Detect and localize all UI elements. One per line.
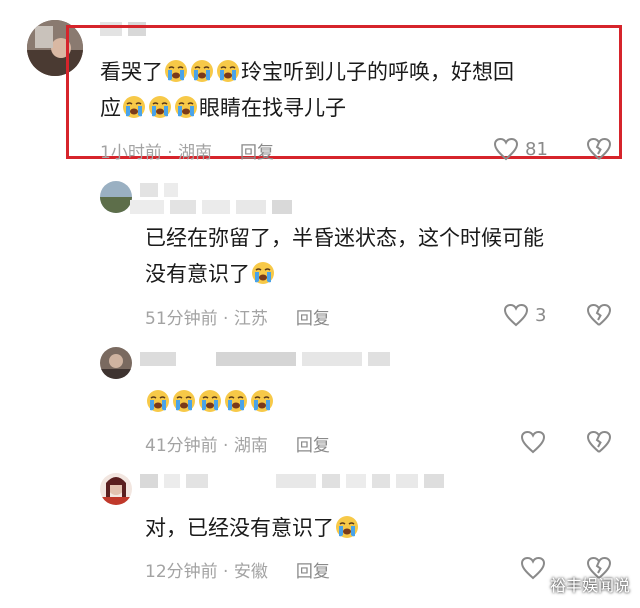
username-redacted xyxy=(216,352,390,366)
like-count: 81 xyxy=(525,138,548,160)
comment-text xyxy=(145,384,275,420)
crying-face-icon xyxy=(123,96,145,118)
time-location: 41分钟前 · 湖南 xyxy=(145,436,268,456)
comment-meta: 12分钟前 · 安徽 回复 xyxy=(145,557,330,582)
like-button[interactable]: 81 xyxy=(493,137,548,161)
dislike-button[interactable] xyxy=(586,303,612,327)
like-button[interactable] xyxy=(520,556,546,580)
comment-text: 对，已经没有意识了 xyxy=(145,510,360,546)
crying-face-icon xyxy=(147,390,169,412)
dislike-button[interactable] xyxy=(586,137,612,161)
comment-text-part: 玲宝听到儿子的呼唤，好想回 xyxy=(241,60,514,84)
username-redacted[interactable] xyxy=(140,474,208,488)
emoji-group xyxy=(163,60,241,84)
crying-face-icon xyxy=(252,262,274,284)
heart-icon xyxy=(493,137,519,161)
avatar[interactable] xyxy=(100,347,132,379)
username-redacted[interactable] xyxy=(140,183,178,197)
comment-text-part: 眼睛在找寻儿子 xyxy=(199,96,346,120)
watermark: 裕丰娱闻说 xyxy=(549,576,630,595)
comment-text-line: 对，已经没有意识了 xyxy=(145,516,334,540)
broken-heart-icon xyxy=(586,137,612,160)
crying-face-icon xyxy=(175,96,197,118)
avatar-image xyxy=(100,181,132,213)
crying-face-icon xyxy=(225,390,247,412)
comment-text-line: 已经在弥留了，半昏迷状态，这个时候可能 xyxy=(145,226,544,250)
avatar[interactable] xyxy=(100,181,132,213)
reply-button[interactable]: 回复 xyxy=(240,138,274,163)
like-button[interactable] xyxy=(520,430,546,454)
time-location: 1小时前 · 湖南 xyxy=(100,143,213,163)
heart-icon xyxy=(503,303,529,327)
emoji-group xyxy=(250,262,276,286)
crying-face-icon xyxy=(217,60,239,82)
broken-heart-icon xyxy=(586,303,612,326)
emoji-group xyxy=(334,516,360,540)
comment-text-part: 看哭了 xyxy=(100,60,163,84)
comment-text: 看哭了 玲宝听到儿子的呼唤，好想回 应 眼睛在找寻儿子 xyxy=(100,54,620,126)
comment-text-part: 应 xyxy=(100,96,121,120)
time-location: 51分钟前 · 江苏 xyxy=(145,309,268,329)
heart-icon xyxy=(520,430,546,454)
like-button[interactable]: 3 xyxy=(503,303,546,327)
avatar-image xyxy=(100,473,132,505)
comment-meta: 51分钟前 · 江苏 回复 xyxy=(145,304,330,329)
crying-face-icon xyxy=(251,390,273,412)
broken-heart-icon xyxy=(586,430,612,453)
reply-button[interactable]: 回复 xyxy=(296,557,330,582)
username-redacted[interactable] xyxy=(140,352,176,366)
avatar-image xyxy=(100,347,132,379)
reply-button[interactable]: 回复 xyxy=(296,431,330,456)
crying-face-icon xyxy=(173,390,195,412)
time-location: 12分钟前 · 安徽 xyxy=(145,562,268,582)
comment-meta: 1小时前 · 湖南 回复 xyxy=(100,138,274,163)
crying-face-icon xyxy=(199,390,221,412)
comment-text-line: 没有意识了 xyxy=(145,262,250,286)
username-redacted xyxy=(276,474,444,488)
emoji-group xyxy=(145,390,275,414)
crying-face-icon xyxy=(149,96,171,118)
crying-face-icon xyxy=(191,60,213,82)
dislike-button[interactable] xyxy=(586,430,612,454)
username-redacted xyxy=(130,200,292,214)
reply-button[interactable]: 回复 xyxy=(296,304,330,329)
avatar[interactable] xyxy=(100,473,132,505)
heart-icon xyxy=(520,556,546,580)
crying-face-icon xyxy=(336,516,358,538)
comment-meta: 41分钟前 · 湖南 回复 xyxy=(145,431,330,456)
emoji-group xyxy=(121,96,199,120)
like-count: 3 xyxy=(535,304,547,326)
comment-text: 已经在弥留了，半昏迷状态，这个时候可能 没有意识了 xyxy=(145,220,625,292)
crying-face-icon xyxy=(165,60,187,82)
